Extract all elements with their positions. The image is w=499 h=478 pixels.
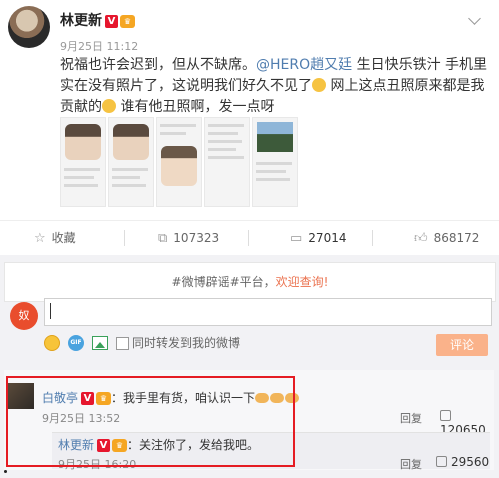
current-user-avatar: 奴 (10, 302, 38, 330)
post-image-4[interactable] (204, 117, 250, 207)
like-button[interactable]: 👍︎ 868172 (414, 221, 479, 255)
like-icon (436, 456, 447, 467)
submit-comment-button[interactable]: 评论 (436, 334, 488, 356)
like-count: 868172 (433, 231, 480, 245)
image-icon[interactable] (92, 336, 108, 350)
reply-button[interactable]: 回复 (400, 456, 422, 472)
post-text-part-4: 谁有他丑照啊，发一点呀 (116, 99, 275, 115)
post-image-3[interactable] (156, 117, 202, 207)
author-name-text[interactable]: 林更新 (60, 13, 102, 29)
repost-checkbox[interactable] (116, 337, 129, 350)
topic-banner: #微博辟谣#平台，欢迎查询! (4, 262, 496, 302)
like-icon (440, 410, 451, 421)
post-image-1[interactable] (60, 117, 106, 207)
action-separator (248, 230, 249, 246)
action-separator (372, 230, 373, 246)
star-icon: ☆ (34, 231, 46, 246)
embarrassed-emoji-icon (102, 99, 116, 113)
repost-count: 107323 (173, 231, 220, 245)
author-avatar[interactable] (8, 6, 50, 48)
post-image-2[interactable] (108, 117, 154, 207)
like-icon: 👍︎ (414, 231, 428, 246)
repost-icon: ⧉ (158, 231, 168, 246)
comment-input[interactable] (44, 298, 492, 326)
smile-emoji-icon (312, 78, 326, 92)
favorite-button[interactable]: ☆ 收藏 (34, 221, 76, 255)
member-badge-icon: ♛ (120, 14, 135, 28)
text-caret (50, 303, 51, 319)
topic-link[interactable]: 欢迎查询! (276, 275, 329, 289)
comment-button[interactable]: ▭ 27014 (290, 221, 346, 255)
reply-like-count: 29560 (451, 455, 490, 469)
post-text: 祝福也许会迟到，但从不缺席。@HERO趙又廷 生日快乐铁汁 手机里实在没有照片了… (60, 55, 490, 118)
mention-link[interactable]: @HERO趙又廷 (256, 57, 352, 73)
post-date[interactable]: 9月25日 11:12 (60, 38, 138, 54)
emoji-icon[interactable] (44, 335, 60, 351)
comment-count: 27014 (308, 231, 347, 245)
action-bar: ☆ 收藏 ⧉ 107323 ▭ 27014 👍︎ 868172 (0, 221, 499, 255)
gif-icon[interactable]: GIF (68, 335, 84, 351)
repost-checkbox-label[interactable]: 同时转发到我的微博 (132, 335, 240, 351)
reply-button[interactable]: 回复 (400, 410, 422, 426)
verified-icon: V (105, 14, 118, 28)
bullet-dot (4, 470, 7, 473)
post-text-part-1: 祝福也许会迟到，但从不缺席。 (60, 57, 256, 73)
chevron-down-icon[interactable] (468, 12, 481, 25)
comment-icon: ▭ (290, 231, 303, 246)
reply-like-button[interactable]: 29560 (436, 455, 489, 469)
author-name[interactable]: 林更新 V ♛ (60, 10, 135, 30)
repost-button[interactable]: ⧉ 107323 (158, 221, 219, 255)
topic-text[interactable]: #微博辟谣#平台， (172, 275, 276, 289)
post-image-5[interactable] (252, 117, 298, 207)
action-separator (124, 230, 125, 246)
favorite-label: 收藏 (51, 231, 76, 245)
highlight-box (6, 376, 295, 467)
